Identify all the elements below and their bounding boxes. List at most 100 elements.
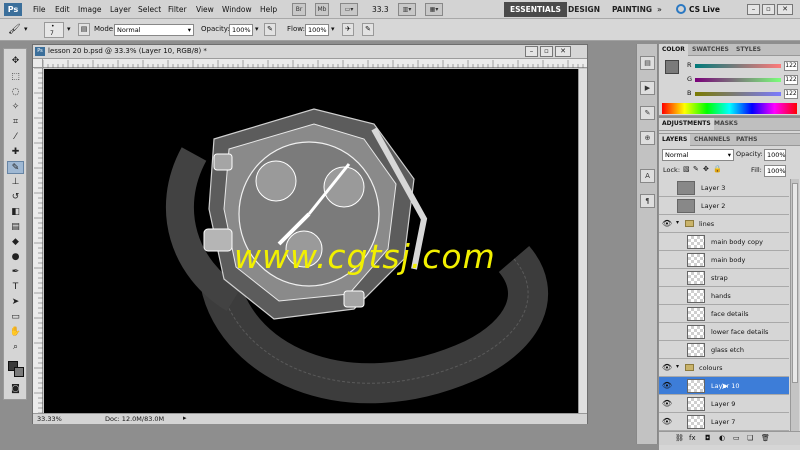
blur-tool-icon[interactable]: ◆ — [7, 236, 24, 249]
group-collapse-icon[interactable]: ▾ — [676, 363, 679, 370]
doc-minimize-button[interactable]: – — [525, 46, 538, 57]
pen-tool-icon[interactable]: ✒ — [7, 266, 24, 279]
menu-image[interactable]: Image — [78, 0, 102, 19]
fill-field[interactable]: 100% — [764, 165, 786, 177]
doc-restore-button[interactable]: ▫ — [540, 46, 553, 57]
workspace-essentials[interactable]: ESSENTIALS — [504, 2, 567, 17]
move-tool-icon[interactable]: ✥ — [7, 55, 24, 68]
flow-dropdown-icon[interactable]: ▾ — [331, 25, 335, 33]
g-value[interactable]: 122 — [784, 75, 798, 85]
tab-masks[interactable]: MASKS — [711, 118, 741, 130]
menu-view[interactable]: View — [196, 0, 214, 19]
hand-tool-icon[interactable]: ✋ — [7, 326, 24, 339]
visibility-off-icon[interactable] — [661, 272, 673, 284]
brush-panel-icon[interactable]: ▤ — [78, 23, 90, 36]
minimize-button[interactable]: – — [747, 4, 760, 15]
brush-tool-icon[interactable]: 🖌 — [8, 24, 21, 35]
workspace-painting[interactable]: PAINTING — [606, 2, 658, 17]
tab-layers[interactable]: LAYERS — [659, 134, 691, 146]
layer-group-row[interactable]: 👁 ▾ lines — [659, 215, 789, 233]
visibility-off-icon[interactable] — [661, 308, 673, 320]
layer-group-row[interactable]: 👁 ▾ colours — [659, 359, 789, 377]
healing-brush-tool-icon[interactable]: ✚ — [7, 146, 24, 159]
visibility-off-icon[interactable] — [661, 236, 673, 248]
visibility-off-icon[interactable] — [661, 182, 673, 194]
visibility-off-icon[interactable] — [661, 200, 673, 212]
status-menu-icon[interactable]: ▸ — [183, 414, 187, 422]
r-slider[interactable] — [695, 64, 781, 68]
r-value[interactable]: 122 — [784, 61, 798, 71]
clone-source-icon[interactable]: ⊕ — [640, 131, 655, 145]
group-collapse-icon[interactable]: ▾ — [676, 219, 679, 226]
b-slider[interactable] — [695, 92, 781, 96]
horizontal-ruler[interactable] — [43, 59, 587, 68]
close-button[interactable]: ✕ — [777, 4, 793, 15]
opacity-dropdown-icon[interactable]: ▾ — [255, 25, 259, 33]
menu-layer[interactable]: Layer — [110, 0, 131, 19]
mini-bridge-icon[interactable]: Mb — [315, 3, 329, 16]
g-slider[interactable] — [695, 78, 781, 82]
adjustment-layer-icon[interactable]: ◐ — [719, 434, 725, 442]
color-spectrum-ramp[interactable] — [662, 103, 797, 114]
add-mask-icon[interactable]: ◘ — [705, 434, 711, 442]
cs-live-button[interactable]: CS Live — [689, 0, 720, 19]
crop-tool-icon[interactable]: ⌗ — [7, 116, 24, 129]
extras-icon[interactable]: ▦▾ — [425, 3, 443, 16]
new-group-icon[interactable]: ▭ — [733, 434, 740, 442]
layer-row-selected[interactable]: 👁 Layer 10 ➤ — [659, 377, 789, 395]
vertical-ruler[interactable] — [33, 68, 43, 414]
zoom-readout[interactable]: 33.33% — [37, 415, 62, 423]
scroll-thumb[interactable] — [792, 183, 798, 383]
character-panel-icon[interactable]: A — [640, 169, 655, 183]
history-brush-tool-icon[interactable]: ↺ — [7, 191, 24, 204]
tab-color[interactable]: COLOR — [659, 44, 688, 56]
background-color-swatch[interactable] — [14, 367, 24, 377]
type-tool-icon[interactable]: T — [7, 281, 24, 294]
marquee-tool-icon[interactable]: ⬚ — [7, 71, 24, 84]
doc-close-button[interactable]: ✕ — [555, 46, 571, 57]
lock-position-icon[interactable]: ✥ — [703, 165, 709, 173]
layers-scrollbar[interactable] — [790, 179, 799, 431]
layer-row[interactable]: strap — [659, 269, 789, 287]
pressure-opacity-icon[interactable]: ✎ — [264, 23, 276, 36]
lasso-tool-icon[interactable]: ◌ — [7, 86, 24, 99]
eye-icon[interactable]: 👁 — [661, 218, 673, 230]
brush-dropdown-icon[interactable]: ▾ — [67, 25, 71, 33]
airbrush-icon[interactable]: ✈ — [342, 23, 354, 36]
restore-button[interactable]: ▫ — [762, 4, 775, 15]
history-panel-icon[interactable]: ▤ — [640, 56, 655, 70]
lock-pixels-icon[interactable]: ✎ — [693, 165, 699, 173]
brush-tool-icon[interactable]: ✎ — [7, 161, 24, 174]
tab-swatches[interactable]: SWATCHES — [689, 44, 732, 56]
layer-row[interactable]: lower face details — [659, 323, 789, 341]
layer-row[interactable]: main body — [659, 251, 789, 269]
paragraph-panel-icon[interactable]: ¶ — [640, 194, 655, 208]
blend-mode-select[interactable]: Normal ▾ — [662, 149, 734, 161]
eye-icon[interactable]: 👁 — [661, 362, 673, 374]
flow-field[interactable]: 100% — [305, 24, 329, 36]
brush-presets-icon[interactable]: ✎ — [640, 106, 655, 120]
layer-row[interactable]: Layer 3 — [659, 179, 789, 197]
quick-mask-icon[interactable]: ◙ — [7, 383, 24, 396]
menu-select[interactable]: Select — [138, 0, 161, 19]
layer-row[interactable]: hands — [659, 287, 789, 305]
layer-row[interactable]: 👁 Layer 7 — [659, 413, 789, 431]
eye-icon[interactable]: 👁 — [661, 398, 673, 410]
layer-row[interactable]: Layer 2 — [659, 197, 789, 215]
gradient-tool-icon[interactable]: ▤ — [7, 221, 24, 234]
zoom-level[interactable]: 33.3 — [372, 0, 389, 19]
visibility-off-icon[interactable] — [661, 254, 673, 266]
eye-icon[interactable]: 👁 — [661, 380, 673, 392]
layer-row[interactable]: glass etch — [659, 341, 789, 359]
document-title-bar[interactable]: Ps lesson 20 b.psd @ 33.3% (Layer 10, RG… — [33, 45, 587, 59]
visibility-off-icon[interactable] — [661, 290, 673, 302]
layer-opacity-field[interactable]: 100% — [764, 149, 786, 161]
shape-tool-icon[interactable]: ▭ — [7, 311, 24, 324]
zoom-tool-icon[interactable]: ⌕ — [7, 341, 24, 354]
lock-all-icon[interactable]: 🔒 — [713, 165, 722, 173]
actions-panel-icon[interactable]: ▶ — [640, 81, 655, 95]
tab-paths[interactable]: PATHS — [733, 134, 760, 146]
tab-adjustments[interactable]: ADJUSTMENTS — [659, 118, 714, 130]
vertical-scrollbar[interactable] — [578, 69, 587, 413]
visibility-off-icon[interactable] — [661, 344, 673, 356]
